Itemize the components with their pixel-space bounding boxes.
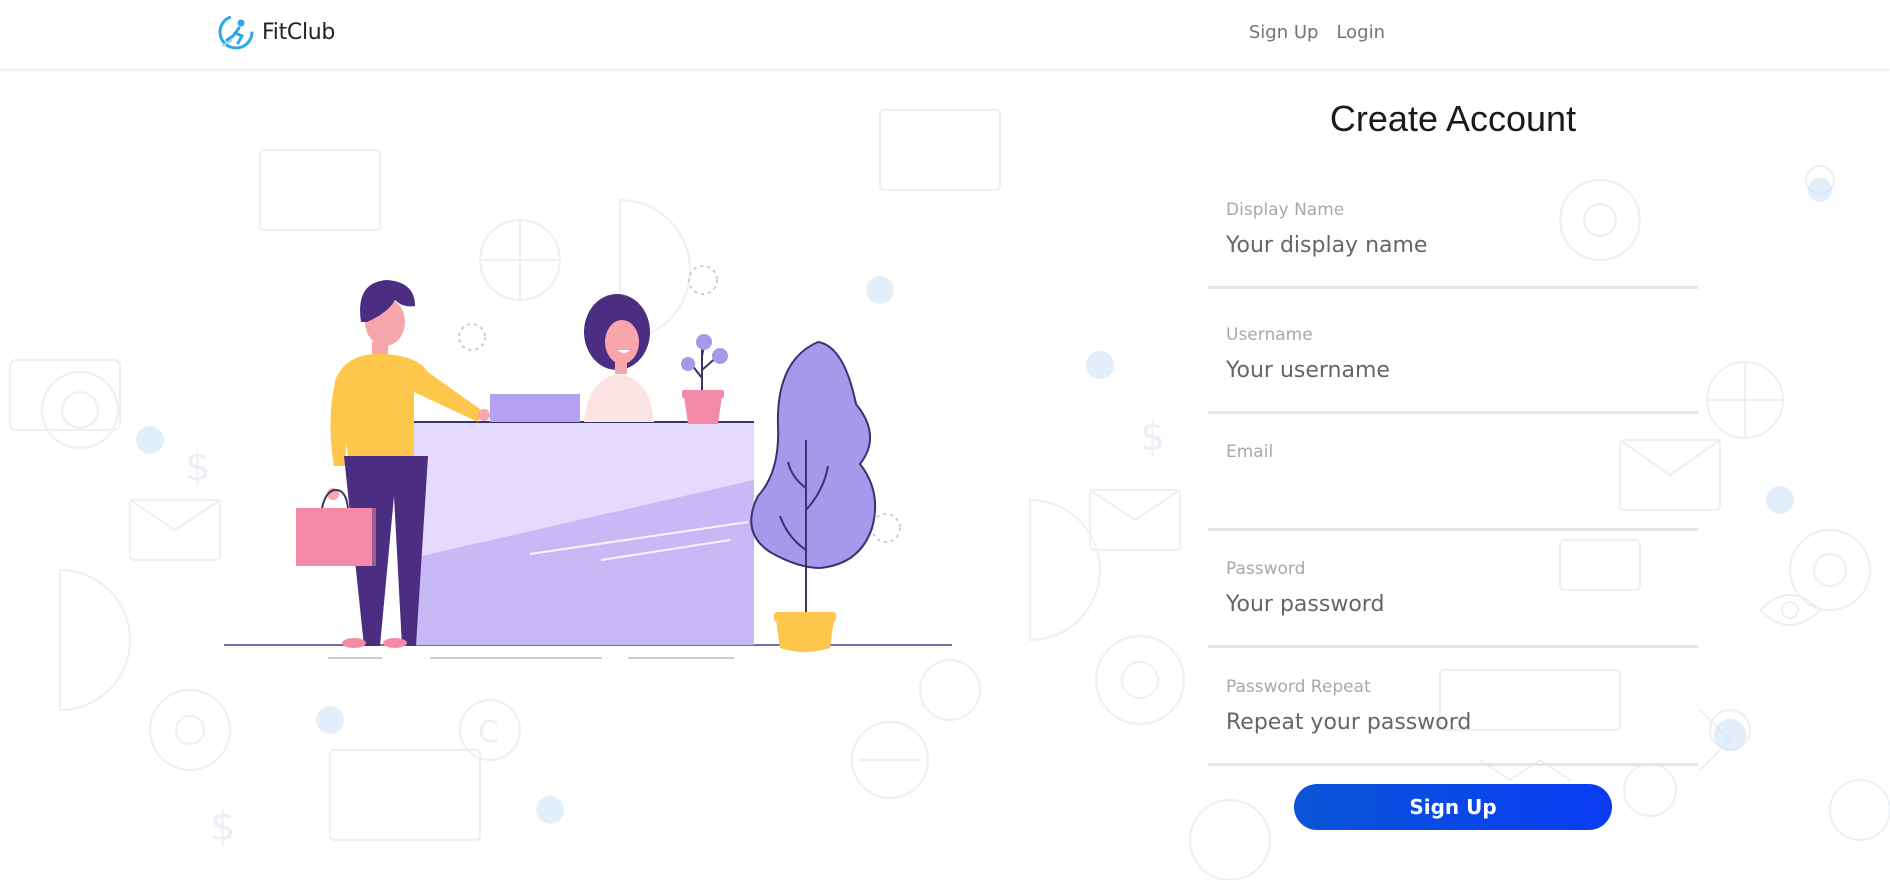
email-label: Email [1226, 442, 1274, 462]
password-field-group: Password [1208, 559, 1698, 648]
email-field-group: Email [1208, 442, 1698, 531]
nav-login-link[interactable]: Login [1336, 22, 1385, 43]
reception-illustration [224, 265, 952, 659]
password-label: Password [1226, 559, 1306, 579]
svg-text:C: C [478, 715, 499, 750]
runner-logo-icon [218, 14, 254, 50]
signup-submit-button[interactable]: Sign Up [1294, 784, 1612, 830]
svg-text:$: $ [210, 804, 235, 850]
username-underline [1208, 411, 1698, 414]
display-name-underline [1208, 286, 1698, 289]
display-name-label: Display Name [1226, 200, 1345, 220]
password-input[interactable] [1226, 587, 1686, 621]
display-name-input[interactable] [1226, 228, 1686, 262]
password-repeat-underline [1208, 763, 1698, 766]
brand-name: FitClub [262, 19, 336, 45]
display-name-field-group: Display Name [1208, 200, 1698, 289]
username-input[interactable] [1226, 353, 1686, 387]
username-label: Username [1226, 325, 1313, 345]
top-navbar: FitClub Sign Up Login [0, 0, 1890, 70]
form-title: Create Account [1329, 98, 1577, 139]
email-underline [1208, 528, 1698, 531]
svg-text:$: $ [1140, 414, 1165, 460]
password-repeat-field-group: Password Repeat [1208, 677, 1698, 766]
password-underline [1208, 645, 1698, 648]
nav-signup-link[interactable]: Sign Up [1249, 22, 1319, 43]
password-repeat-input[interactable] [1226, 705, 1686, 739]
password-repeat-label: Password Repeat [1226, 677, 1371, 697]
svg-text:$: $ [185, 444, 210, 490]
email-input[interactable] [1226, 470, 1686, 504]
username-field-group: Username [1208, 325, 1698, 414]
nav-links: Sign Up Login [1231, 22, 1385, 43]
brand-link[interactable]: FitClub [216, 12, 335, 52]
